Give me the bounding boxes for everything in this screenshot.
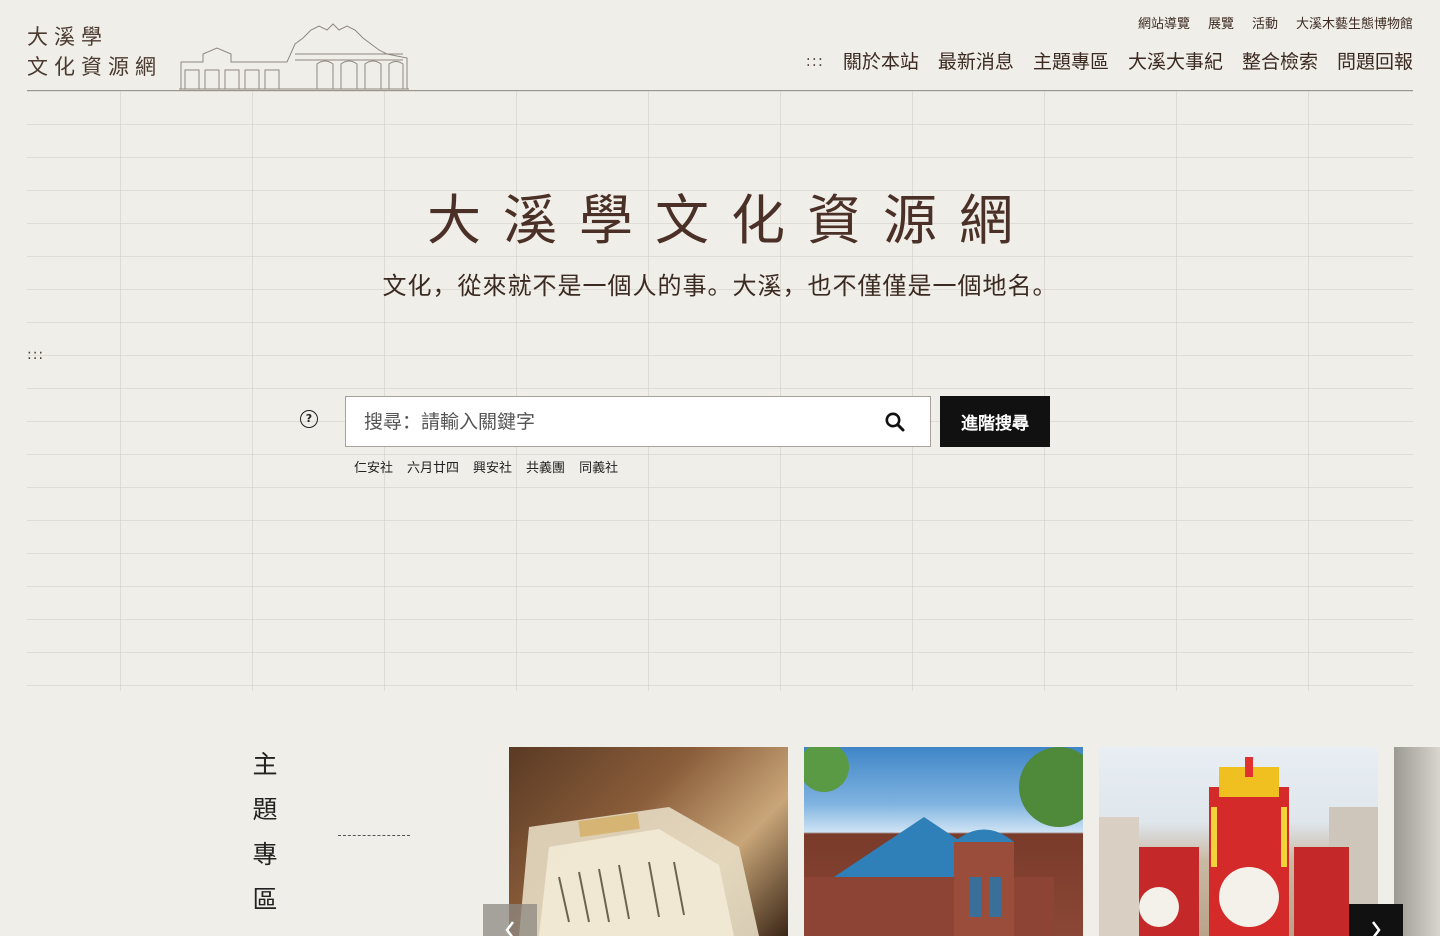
nav-item-topics[interactable]: 主題專區 [1033, 47, 1109, 74]
chevron-left-icon [505, 921, 514, 936]
nav-item-about[interactable]: 關於本站 [843, 47, 919, 74]
help-icon[interactable]: ? [300, 410, 318, 428]
search-icon[interactable] [884, 411, 906, 433]
site-logo[interactable]: 大溪學 文化資源網 [27, 20, 417, 90]
hot-tags: 仁安社 六月廿四 興安社 共義團 同義社 [354, 457, 618, 476]
util-link-exhibition[interactable]: 展覽 [1208, 13, 1234, 32]
tag-link[interactable]: 仁安社 [354, 457, 393, 476]
accesskey-marker[interactable]: ::: [806, 52, 824, 70]
carousel-next-button[interactable] [1349, 904, 1403, 936]
hero-subtitle: 文化，從來就不是一個人的事。大溪，也不僅僅是一個地名。 [382, 272, 1058, 300]
tag-link[interactable]: 共義團 [526, 457, 565, 476]
tag-link[interactable]: 興安社 [473, 457, 512, 476]
topics-divider [338, 835, 410, 836]
nav-item-feedback[interactable]: 問題回報 [1337, 47, 1413, 74]
logo-line-2: 文化資源網 [27, 55, 162, 79]
util-link-museum[interactable]: 大溪木藝生態博物館 [1296, 13, 1413, 32]
search-box [345, 396, 931, 447]
nav-item-news[interactable]: 最新消息 [938, 47, 1014, 74]
topic-card-festival[interactable] [1099, 747, 1378, 936]
site-header: 大溪學 文化資源網 網站導覽 展覽 活動 大溪木藝生態博物館 ::: 關於本站 … [27, 0, 1413, 91]
advanced-search-button[interactable]: 進階搜尋 [940, 396, 1050, 447]
content-accesskey-marker[interactable]: ::: [27, 347, 44, 363]
tag-link[interactable]: 同義社 [579, 457, 618, 476]
logo-line-1: 大溪學 [27, 25, 108, 49]
utility-nav: 網站導覽 展覽 活動 大溪木藝生態博物館 [1138, 13, 1413, 32]
main-nav: ::: 關於本站 最新消息 主題專區 大溪大事紀 整合檢索 問題回報 [806, 47, 1413, 74]
nav-item-search[interactable]: 整合檢索 [1242, 47, 1318, 74]
topic-card-documents[interactable] [509, 747, 788, 936]
chevron-right-icon [1372, 921, 1381, 936]
nav-item-chronicle[interactable]: 大溪大事紀 [1128, 47, 1223, 74]
building-outline-icon [179, 23, 409, 90]
util-link-events[interactable]: 活動 [1252, 13, 1278, 32]
carousel-prev-button[interactable] [483, 904, 537, 936]
topic-card-building[interactable] [804, 747, 1083, 936]
util-link-sitemap[interactable]: 網站導覽 [1138, 13, 1190, 32]
topics-heading: 主題專區 [252, 750, 278, 914]
card-image [1099, 757, 1378, 936]
hero-title: 大溪學文化資源網 [427, 189, 1035, 252]
card-image [519, 807, 759, 936]
hero-section: 大溪學文化資源網 文化，從來就不是一個人的事。大溪，也不僅僅是一個地名。 :::… [27, 91, 1413, 691]
search-input[interactable] [346, 397, 876, 446]
tag-link[interactable]: 六月廿四 [407, 457, 459, 476]
card-image [804, 747, 1083, 936]
